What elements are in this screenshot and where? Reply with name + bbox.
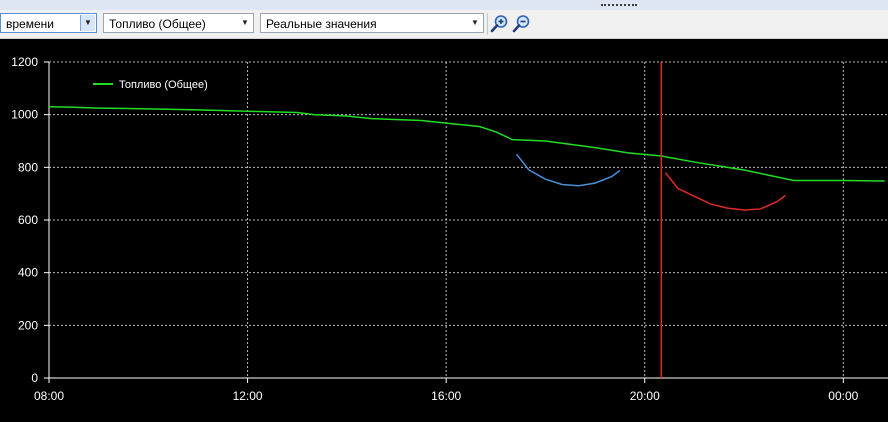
y-tick-label: 0	[31, 371, 38, 385]
x-tick-label: 08:00	[34, 389, 64, 403]
toolbar-separator	[487, 13, 488, 35]
drag-grip[interactable]	[601, 4, 637, 9]
window-top-strip	[0, 0, 888, 10]
series-select-value: Топливо (Общее)	[109, 17, 206, 31]
series-line-1	[515, 153, 621, 187]
y-tick-label: 600	[18, 213, 38, 227]
fuel-chart[interactable]: 0 200 400 600 800 1000 1200 08:00 12:00 16:00 20:0…	[0, 38, 888, 417]
chevron-down-icon[interactable]: ▼	[80, 15, 95, 31]
series-line-fuel-total	[48, 106, 885, 182]
toolbar: времени ▼ Топливо (Общее) ▼ Реальные зна…	[0, 10, 888, 39]
zoom-in-icon	[490, 15, 508, 33]
time-select[interactable]: времени ▼	[0, 13, 97, 33]
y-tick-label: 200	[18, 318, 38, 332]
x-tick-label: 00:00	[828, 389, 858, 403]
zoom-out-icon	[512, 15, 530, 33]
series-select[interactable]: Топливо (Общее) ▼	[103, 13, 254, 33]
zoom-out-button[interactable]	[512, 14, 531, 33]
legend-label: Топливо (Общее)	[119, 79, 208, 91]
mode-select[interactable]: Реальные значения ▼	[260, 13, 484, 33]
chevron-down-icon[interactable]: ▼	[468, 15, 482, 31]
x-tick-label: 20:00	[630, 389, 660, 403]
chart-canvas[interactable]: 0 200 400 600 800 1000 1200 08:00 12:00 16:00 20:0…	[0, 38, 888, 417]
time-select-value: времени	[6, 17, 54, 31]
x-tick-label: 16:00	[431, 389, 461, 403]
y-tick-label: 1200	[11, 55, 38, 69]
y-tick-label: 1000	[11, 108, 38, 122]
y-tick-label: 400	[18, 266, 38, 280]
y-tick-label: 800	[18, 160, 38, 174]
mode-select-value: Реальные значения	[266, 17, 377, 31]
chevron-down-icon[interactable]: ▼	[238, 15, 252, 31]
series-line-2	[664, 172, 786, 211]
zoom-in-button[interactable]	[490, 14, 509, 33]
x-tick-label: 12:00	[233, 389, 263, 403]
